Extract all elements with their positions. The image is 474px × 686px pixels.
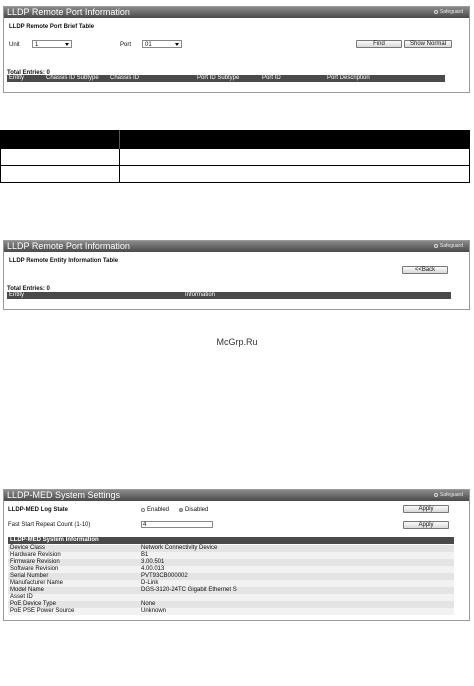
safeguard-label: Safeguard <box>439 492 463 498</box>
unit-select[interactable]: 1 <box>32 40 72 48</box>
safeguard-badge: Safeguard <box>433 492 463 499</box>
info-value: Network Connectivity Device <box>141 545 218 551</box>
lldp-remote-port-panel: LLDP Remote Port Information Safeguard L… <box>3 6 470 93</box>
info-row: PoE PSE Power Source Unknown <box>8 608 454 615</box>
table-header <box>0 130 470 149</box>
info-row: Device Class Network Connectivity Device <box>8 545 454 552</box>
fast-start-label: Fast Start Repeat Count (1-10) <box>8 522 91 528</box>
brief-table-header: Entity Chassis ID Subtype Chassis ID Por… <box>7 75 445 82</box>
info-label: Hardware Revision <box>10 552 61 558</box>
cell-divider <box>119 149 120 165</box>
info-label: PoE Device Type <box>10 601 56 607</box>
info-label: Serial Number <box>10 573 49 579</box>
info-row: Model Name DGS-3120-24TC Gigabit Ethernet… <box>8 587 454 594</box>
panel-title: LLDP Remote Port Information <box>7 7 130 17</box>
lldp-med-system-settings-panel: LLDP-MED System Settings Safeguard LLDP-… <box>3 489 470 621</box>
panel-header: LLDP Remote Port Information Safeguard <box>4 7 469 18</box>
col-port-description: Port Description <box>327 75 370 81</box>
info-value: PVT93CB000002 <box>141 573 188 579</box>
safeguard-label: Safeguard <box>439 243 463 249</box>
unit-label: Unit <box>9 42 20 48</box>
info-row: Asset ID <box>8 594 454 601</box>
info-table-header: LLDP-MED System Information <box>8 537 454 544</box>
radio-disabled[interactable] <box>179 508 183 512</box>
watermark: McGrp.Ru <box>216 337 258 347</box>
info-table-title: LLDP-MED System Information <box>10 537 99 543</box>
panel-header: LLDP-MED System Settings Safeguard <box>4 490 469 501</box>
log-state-label: LLDP-MED Log State <box>8 507 68 513</box>
disabled-label: Disabled <box>185 507 209 513</box>
apply-fast-start-button[interactable]: Apply <box>403 521 449 529</box>
info-value: None <box>141 601 156 607</box>
info-value: 3.00.501 <box>141 559 165 565</box>
fast-start-input[interactable]: 4 <box>141 521 213 528</box>
chevron-down-icon <box>175 43 179 46</box>
back-button[interactable]: <<Back <box>402 266 448 274</box>
cell-divider <box>119 166 120 182</box>
unit-select-value: 1 <box>35 42 39 48</box>
lldp-remote-entity-panel: LLDP Remote Port Information Safeguard L… <box>3 240 470 310</box>
info-label: PoE PSE Power Source <box>10 608 75 614</box>
col-port-id: Port ID <box>262 75 281 81</box>
info-row: PoE Device Type None <box>8 601 454 608</box>
section-subtitle: LLDP Remote Port Brief Table <box>9 24 95 30</box>
enabled-label: Enabled <box>147 507 170 513</box>
show-normal-button[interactable]: Show Normal <box>404 40 452 48</box>
find-button[interactable]: Find <box>356 40 402 48</box>
col-chassis-id: Chassis ID <box>110 75 140 81</box>
table-row <box>0 166 470 183</box>
panel-title: LLDP-MED System Settings <box>7 490 121 500</box>
safeguard-label: Safeguard <box>439 9 463 15</box>
col-information: Information <box>185 292 216 298</box>
info-label: Manufacturer Name <box>10 580 64 586</box>
entity-table-header: Entity Information <box>7 292 451 299</box>
safeguard-badge: Safeguard <box>433 9 463 16</box>
log-state-enabled-option[interactable]: Enabled <box>141 506 169 514</box>
info-row: Firmware Revision 3.00.501 <box>8 559 454 566</box>
info-value: Unknown <box>141 608 167 614</box>
safeguard-badge: Safeguard <box>433 243 463 250</box>
panel-header: LLDP Remote Port Information Safeguard <box>4 241 469 252</box>
table-row <box>0 149 470 166</box>
section-subtitle: LLDP Remote Entity Information Table <box>9 258 119 264</box>
log-state-disabled-option[interactable]: Disabled <box>179 506 208 514</box>
radio-enabled[interactable] <box>141 508 145 512</box>
info-row: Serial Number PVT93CB000002 <box>8 573 454 580</box>
info-value: D-Link <box>141 580 159 586</box>
info-row: Hardware Revision B1 <box>8 552 454 559</box>
info-value: DGS-3120-24TC Gigabit Ethernet S <box>141 587 237 593</box>
info-label: Software Revision <box>10 566 59 572</box>
table-divider <box>119 130 120 149</box>
info-label: Model Name <box>10 587 45 593</box>
port-label: Port <box>120 42 132 48</box>
info-label: Asset ID <box>10 594 33 600</box>
panel-title: LLDP Remote Port Information <box>7 241 130 251</box>
info-label: Device Class <box>10 545 46 551</box>
col-chassis-id-subtype: Chassis ID Subtype <box>46 75 99 81</box>
col-entity: Entity <box>9 292 25 298</box>
info-label: Firmware Revision <box>10 559 60 565</box>
info-value: 4.00.013 <box>141 566 165 572</box>
col-port-id-subtype: Port ID Subtype <box>197 75 240 81</box>
info-row: Software Revision 4.00.013 <box>8 566 454 573</box>
port-select-value: 01 <box>145 42 152 48</box>
safeguard-icon <box>433 10 438 14</box>
port-select[interactable]: 01 <box>142 40 182 48</box>
safeguard-icon <box>433 493 438 497</box>
apply-log-state-button[interactable]: Apply <box>403 505 449 513</box>
info-value: B1 <box>141 552 149 558</box>
col-entity: Entity <box>9 75 25 81</box>
info-row: Manufacturer Name D-Link <box>8 580 454 587</box>
chevron-down-icon <box>65 43 69 46</box>
safeguard-icon <box>433 244 438 248</box>
